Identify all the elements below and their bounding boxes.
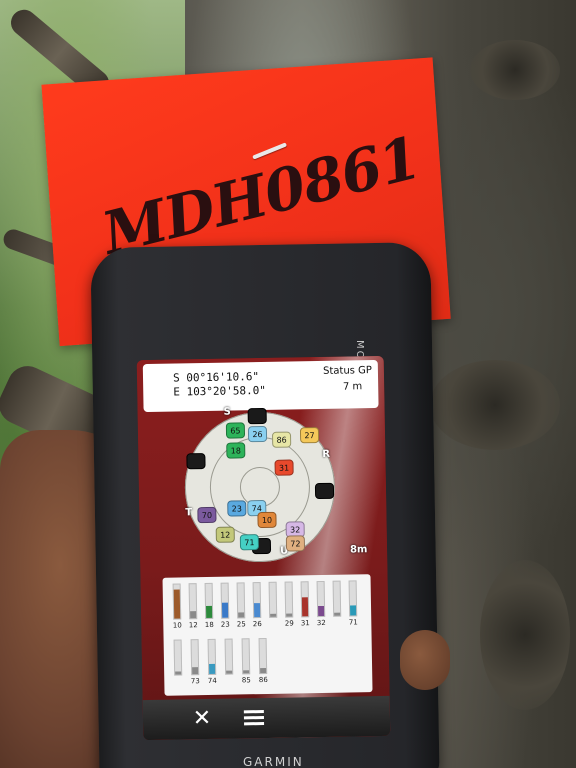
signal-bar-fill — [243, 669, 250, 674]
close-icon: ✕ — [192, 705, 212, 732]
signal-bar-label: 74 — [207, 676, 217, 685]
satellite-marker: 23 — [227, 500, 247, 517]
satellite-marker: 71 — [239, 534, 260, 551]
menu-icon-line — [244, 722, 265, 726]
latitude-readout: S 00°16'10.6" — [172, 370, 260, 385]
signal-bar-fill — [286, 613, 293, 617]
satellite-marker-blocked — [247, 407, 267, 425]
coordinates-bar[interactable]: S 00°16'10.6" E 103°20'58.0" Status GP 7… — [142, 359, 379, 413]
signal-bar-label: 86 — [258, 675, 268, 685]
signal-bar — [268, 581, 278, 618]
signal-strength-panel: 10 12 18 23 25 26 29 31 32 71 73 74 85 86 — [162, 574, 373, 696]
signal-bars-row-2: 73 74 85 86 — [170, 634, 367, 685]
signal-bar — [224, 638, 234, 675]
signal-bar-label: 71 — [348, 618, 358, 627]
satellite-marker: 12 — [215, 526, 235, 543]
signal-bar — [332, 580, 342, 617]
gps-screen: S 00°16'10.6" E 103°20'58.0" Status GP 7… — [136, 355, 391, 741]
signal-bar — [348, 580, 358, 617]
signal-bar-fill — [226, 670, 233, 674]
signal-bar-fill — [192, 667, 199, 675]
signal-bar — [300, 581, 310, 618]
signal-bar-fill — [175, 671, 182, 675]
signal-bar-label: 10 — [172, 621, 182, 630]
signal-bar-label: 26 — [252, 620, 262, 629]
signal-bar-label: 25 — [236, 620, 246, 629]
signal-bar-fill — [334, 612, 341, 616]
signal-bar — [207, 638, 217, 675]
menu-icon-line — [243, 716, 264, 720]
bark-knot — [430, 360, 560, 450]
thumb — [400, 630, 450, 690]
satellite-marker-blocked — [314, 482, 335, 500]
signal-bar-fill — [350, 605, 357, 616]
signal-bar-fill — [238, 612, 245, 618]
bark-knot — [470, 40, 560, 100]
signal-bar-fill — [190, 611, 197, 619]
signal-bar — [172, 583, 182, 620]
signal-bar — [190, 639, 200, 676]
signal-bar — [236, 582, 246, 619]
signal-bar-label: 85 — [241, 676, 251, 685]
signal-bar-fill — [253, 603, 261, 618]
signal-bar-label: 31 — [300, 619, 310, 628]
signal-bar-label: 18 — [204, 620, 214, 630]
signal-bar-fill — [270, 613, 277, 617]
compass-east: R — [322, 448, 331, 460]
signal-bar — [284, 581, 294, 618]
satellite-marker: 18 — [226, 442, 246, 459]
satellite-marker: 72 — [285, 535, 306, 552]
compass-north: S — [223, 406, 231, 418]
signal-bar-label: 12 — [188, 621, 198, 630]
signal-bar — [241, 638, 251, 675]
signal-bar-fill — [301, 597, 309, 617]
menu-icon — [243, 710, 264, 714]
signal-bar — [316, 580, 326, 618]
signal-bar — [173, 639, 183, 676]
close-button[interactable]: ✕ — [187, 705, 217, 734]
signal-bar-fill — [173, 589, 181, 619]
signal-bar-label: 29 — [284, 619, 294, 628]
signal-bar — [220, 582, 230, 619]
longitude-readout: E 103°20'58.0" — [173, 383, 267, 399]
signal-bar-fill — [318, 605, 325, 617]
signal-bar — [204, 582, 214, 620]
satellite-marker: 65 — [225, 422, 246, 439]
signal-bar — [258, 637, 268, 675]
signal-bars-row-1: 10 12 18 23 25 26 29 31 32 71 — [169, 578, 366, 630]
signal-bar-label: 32 — [316, 618, 326, 628]
bark-knot — [480, 560, 570, 710]
signal-bar — [252, 582, 262, 619]
signal-bar-fill — [260, 667, 267, 674]
signal-bar-label: 23 — [220, 620, 230, 629]
screen-toolbar: ✕ — [142, 695, 391, 741]
status-title: Status GP — [323, 365, 373, 377]
accuracy-readout: 7 m — [342, 381, 363, 393]
signal-bar — [188, 583, 198, 620]
satellite-marker-blocked — [186, 453, 206, 470]
satellite-marker: 27 — [299, 427, 320, 444]
satellite-marker: 10 — [257, 511, 277, 529]
menu-button[interactable] — [239, 704, 269, 733]
satellite-marker: 86 — [271, 431, 292, 448]
satellite-marker: 70 — [197, 506, 217, 524]
device-brand-label: GARMIN — [243, 755, 304, 768]
satellite-marker: 31 — [274, 459, 294, 476]
scale-label: 8m — [349, 544, 368, 556]
satellite-marker: 26 — [247, 425, 268, 443]
signal-bar-label: 73 — [190, 677, 200, 686]
signal-bar-fill — [221, 602, 229, 618]
compass-west: T — [185, 507, 193, 519]
signal-bar-fill — [206, 606, 213, 619]
signal-bar-fill — [209, 663, 216, 674]
